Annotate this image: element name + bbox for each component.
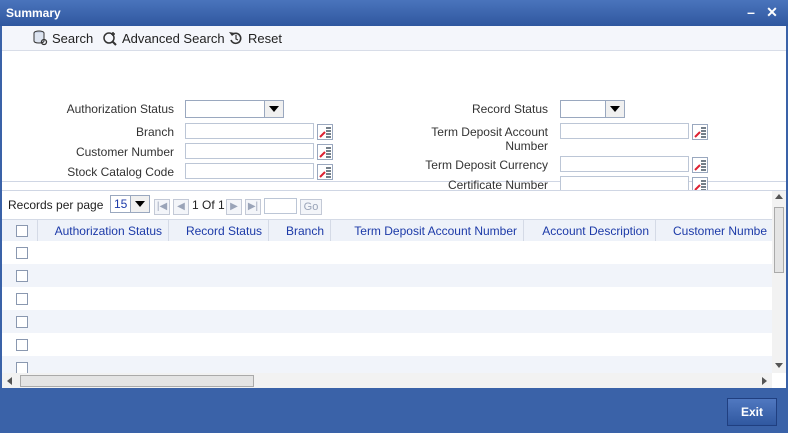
goto-page-input[interactable] xyxy=(264,198,297,214)
results-grid: Records per page 15 |◀ ◀ 1 Of 1 ▶ ▶| Go … xyxy=(2,190,786,389)
table-row[interactable] xyxy=(2,264,772,287)
window-title: Summary xyxy=(6,6,61,20)
column-header[interactable]: Record Status xyxy=(169,220,269,242)
term-deposit-account-label-line2: Number xyxy=(505,139,548,153)
reset-icon xyxy=(229,32,242,45)
customer-number-label: Customer Number xyxy=(75,145,174,159)
records-per-page-select[interactable]: 15 xyxy=(110,195,150,213)
chevron-down-icon xyxy=(605,101,624,117)
authorization-status-select[interactable] xyxy=(185,100,284,118)
vertical-scroll-thumb[interactable] xyxy=(774,207,784,273)
summary-body: Search Advanced Search Reset Authorizati… xyxy=(2,26,786,389)
stock-catalog-code-label: Stock Catalog Code xyxy=(67,165,174,179)
next-page-button[interactable]: ▶ xyxy=(226,199,242,215)
customer-number-lov-button[interactable] xyxy=(317,144,333,160)
search-icon xyxy=(33,30,48,46)
scroll-left-icon[interactable] xyxy=(6,377,14,385)
previous-page-button[interactable]: ◀ xyxy=(173,199,189,215)
horizontal-scrollbar[interactable] xyxy=(2,373,772,389)
branch-lov-button[interactable] xyxy=(317,124,333,140)
term-deposit-account-number-input[interactable] xyxy=(560,123,689,139)
scroll-up-icon[interactable] xyxy=(775,193,783,201)
table-row[interactable] xyxy=(2,310,772,333)
stock-catalog-code-lov-button[interactable] xyxy=(317,164,333,180)
row-checkbox[interactable] xyxy=(16,339,28,351)
chevron-down-icon xyxy=(264,101,283,117)
stock-catalog-code-input[interactable] xyxy=(185,163,314,179)
term-deposit-account-lov-button[interactable] xyxy=(692,124,708,140)
term-deposit-currency-label: Term Deposit Currency xyxy=(425,158,548,172)
exit-button[interactable]: Exit xyxy=(727,398,777,426)
page-info: 1 Of 1 xyxy=(192,198,225,212)
term-deposit-currency-input[interactable] xyxy=(560,156,689,172)
table-row[interactable] xyxy=(2,356,772,373)
list-of-values-icon xyxy=(694,160,706,171)
minimize-button[interactable]: – xyxy=(742,3,760,21)
customer-number-input[interactable] xyxy=(185,143,314,159)
term-deposit-account-label: Term Deposit Account Number xyxy=(431,125,548,153)
branch-label: Branch xyxy=(135,125,174,139)
records-per-page-label: Records per page xyxy=(8,198,104,212)
close-button[interactable]: ✕ xyxy=(763,3,781,21)
last-page-button[interactable]: ▶| xyxy=(245,199,261,215)
scroll-right-icon[interactable] xyxy=(760,377,768,385)
select-all-checkbox[interactable] xyxy=(16,225,28,237)
summary-window: Summary – ✕ Search Advanced Search Reset… xyxy=(0,0,788,433)
footer-bar: Exit xyxy=(0,388,788,433)
advanced-search-button[interactable]: Advanced Search xyxy=(102,30,225,46)
row-checkbox[interactable] xyxy=(16,270,28,282)
column-header[interactable]: Authorization Status xyxy=(38,220,169,242)
list-of-values-icon xyxy=(319,147,331,158)
record-status-select[interactable] xyxy=(560,100,625,118)
toolbar: Search Advanced Search Reset xyxy=(2,26,786,51)
search-button[interactable]: Search xyxy=(32,30,93,46)
select-all-cell xyxy=(2,220,38,242)
grid-header: Authorization Status Record Status Branc… xyxy=(2,219,772,243)
vertical-scrollbar[interactable] xyxy=(772,191,786,373)
column-header[interactable]: Account Description xyxy=(524,220,656,242)
pager: Records per page 15 |◀ ◀ 1 Of 1 ▶ ▶| Go xyxy=(2,191,772,217)
search-criteria-panel: Authorization Status Branch Customer Num… xyxy=(2,51,786,193)
column-header[interactable]: Branch xyxy=(269,220,331,242)
table-row[interactable] xyxy=(2,287,772,310)
advanced-search-icon xyxy=(103,32,117,46)
search-label: Search xyxy=(52,30,94,46)
reset-label: Reset xyxy=(248,30,282,46)
reset-button[interactable]: Reset xyxy=(228,30,282,46)
row-checkbox[interactable] xyxy=(16,247,28,259)
table-row[interactable] xyxy=(2,333,772,356)
column-header[interactable]: Term Deposit Account Number xyxy=(331,220,524,242)
first-page-button[interactable]: |◀ xyxy=(154,199,170,215)
go-button[interactable]: Go xyxy=(300,199,322,215)
list-of-values-icon xyxy=(319,167,331,178)
row-checkbox[interactable] xyxy=(16,293,28,305)
record-status-label: Record Status xyxy=(471,102,548,116)
advanced-search-label: Advanced Search xyxy=(122,30,225,46)
title-bar: Summary – ✕ xyxy=(0,0,788,26)
list-of-values-icon xyxy=(694,127,706,138)
scroll-down-icon[interactable] xyxy=(775,361,783,369)
row-checkbox[interactable] xyxy=(16,362,28,373)
list-of-values-icon xyxy=(319,127,331,138)
branch-input[interactable] xyxy=(185,123,314,139)
authorization-status-label: Authorization Status xyxy=(66,102,174,116)
table-row[interactable] xyxy=(2,241,772,264)
row-checkbox[interactable] xyxy=(16,316,28,328)
term-deposit-currency-lov-button[interactable] xyxy=(692,157,708,173)
chevron-down-icon xyxy=(130,196,149,212)
column-header[interactable]: Customer Numbe xyxy=(656,220,772,242)
horizontal-scroll-thumb[interactable] xyxy=(20,375,254,387)
records-per-page-value: 15 xyxy=(114,197,128,211)
term-deposit-account-label-line1: Term Deposit Account xyxy=(431,125,548,139)
